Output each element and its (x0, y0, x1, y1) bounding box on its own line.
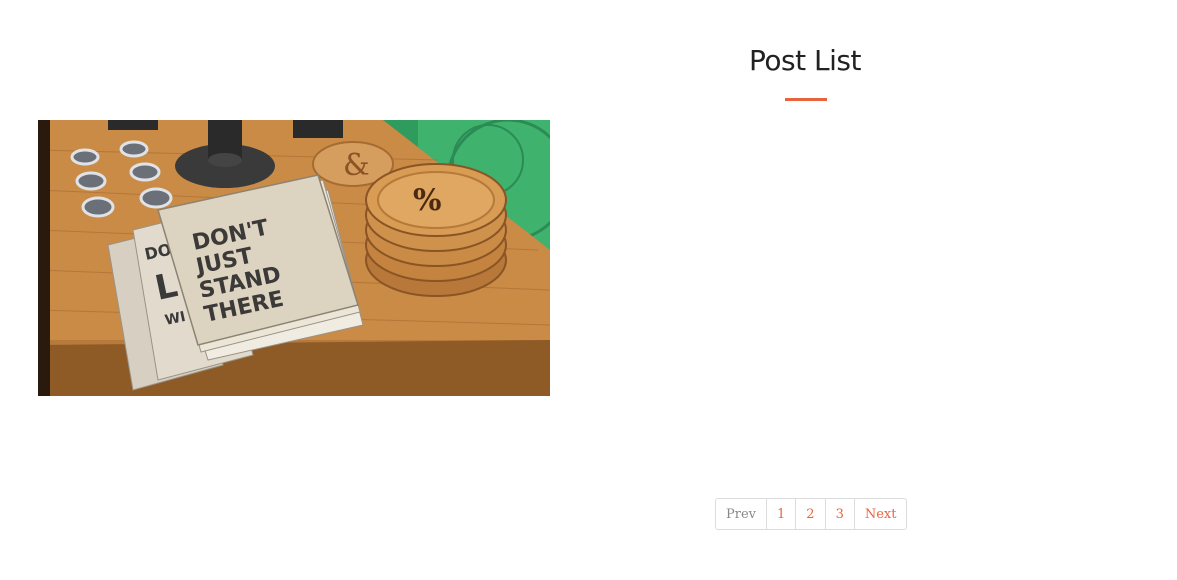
title-underline (785, 98, 827, 101)
desk-photo-illustration: & % DO L WI DON'T JUST STAND THERE (38, 120, 550, 396)
svg-text:&: & (343, 148, 370, 183)
page-title: Post List (749, 44, 861, 77)
featured-post-image[interactable]: & % DO L WI DON'T JUST STAND THERE (38, 120, 550, 396)
prev-page-button[interactable]: Prev (716, 499, 766, 529)
pagination: Prev 1 2 3 Next (715, 498, 908, 530)
next-page-button[interactable]: Next (853, 499, 907, 529)
page-link-3[interactable]: 3 (824, 499, 854, 529)
coaster-symbol: % (413, 183, 442, 218)
page-link-1[interactable]: 1 (766, 499, 795, 529)
page-link-2[interactable]: 2 (795, 499, 824, 529)
